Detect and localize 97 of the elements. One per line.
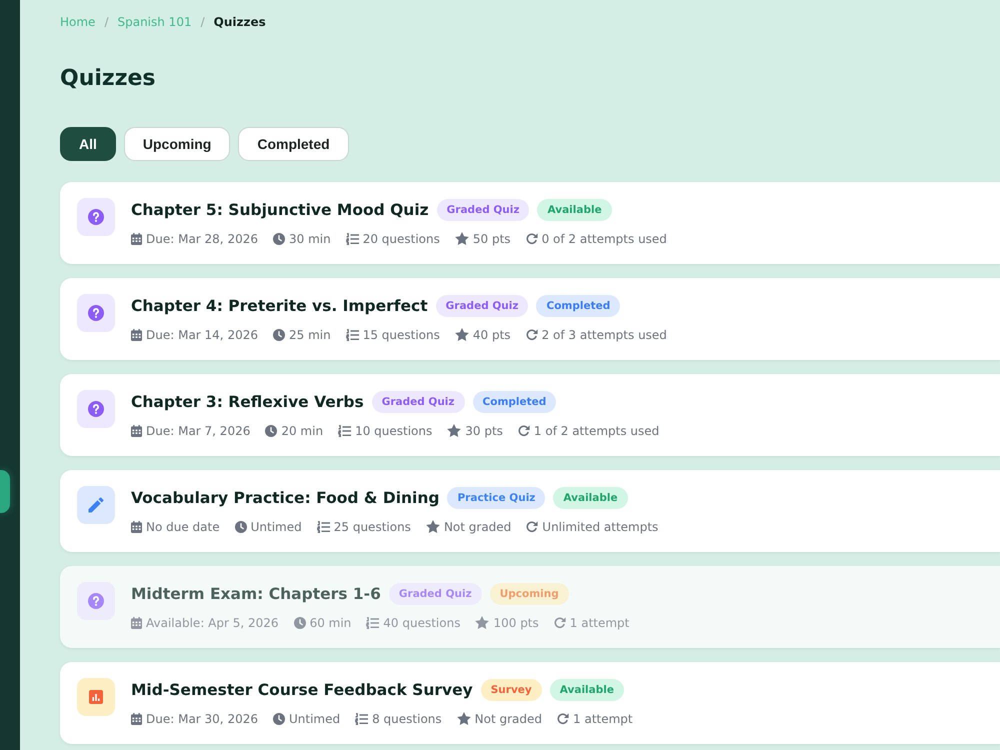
- question-icon: [77, 390, 115, 428]
- quiz-card[interactable]: Chapter 4: Preterite vs. Imperfect Graded Quiz Completed Due: Mar 14, 2026 25 min 15 questions 40 pts 2 of 3 attempts used: [60, 278, 1000, 360]
- list-icon: [338, 424, 352, 436]
- quiz-type-badge: Practice Quiz: [447, 487, 546, 509]
- quiz-title: Chapter 3: Reflexive Verbs: [131, 393, 364, 411]
- calendar-icon: [131, 520, 142, 532]
- page-title: Quizzes: [60, 65, 157, 93]
- redo-icon: [526, 520, 538, 532]
- status-badge: Available: [550, 679, 624, 701]
- list-icon: [355, 712, 368, 724]
- quiz-type-badge: Graded Quiz: [388, 583, 482, 605]
- status-badge: Upcoming: [490, 583, 569, 605]
- due-date: Available: Apr 5, 2026: [146, 616, 279, 630]
- calendar-icon: [131, 232, 142, 244]
- calendar-icon: [131, 616, 142, 628]
- due-date: Due: Mar 14, 2026: [146, 328, 258, 342]
- star-icon: [447, 424, 462, 437]
- filter-tab[interactable]: Upcoming: [124, 127, 230, 161]
- quiz-type-badge: Graded Quiz: [436, 199, 530, 221]
- quiz-type-badge: Graded Quiz: [372, 391, 465, 413]
- attempts: Unlimited attempts: [542, 520, 658, 534]
- status-badge: Available: [553, 487, 628, 509]
- points: 40 pts: [472, 328, 511, 342]
- list-icon: [316, 520, 330, 532]
- due-date: Due: Mar 7, 2026: [146, 424, 250, 438]
- calendar-icon: [131, 424, 142, 436]
- star-icon: [454, 232, 469, 245]
- status-badge: Available: [537, 199, 612, 221]
- duration: 20 min: [281, 424, 324, 438]
- question-count: 8 questions: [372, 712, 442, 726]
- quiz-card[interactable]: Vocabulary Practice: Food & Dining Practice Quiz Available No due date Untimed 25 questions Not graded Unlimited attempts: [60, 470, 1000, 552]
- star-icon: [426, 520, 440, 533]
- pencil-icon: [77, 486, 115, 524]
- question-count: 40 questions: [383, 616, 460, 630]
- quiz-title: Vocabulary Practice: Food & Dining: [131, 489, 440, 507]
- redo-icon: [526, 328, 538, 340]
- sidebar-nav-item[interactable]: [0, 470, 10, 513]
- breadcrumb-separator: /: [200, 15, 205, 29]
- quiz-type-badge: Graded Quiz: [436, 295, 528, 317]
- question-count: 20 questions: [362, 232, 440, 246]
- breadcrumb-separator: /: [104, 15, 108, 29]
- clock-icon: [294, 616, 306, 628]
- question-count: 10 questions: [355, 424, 432, 438]
- question-icon: [77, 582, 115, 620]
- quiz-type-badge: Survey: [480, 679, 542, 701]
- question-count: 15 questions: [362, 328, 440, 342]
- breadcrumb-current: Quizzes: [214, 15, 266, 29]
- attempts: 0 of 2 attempts used: [542, 232, 667, 246]
- due-date: Due: Mar 28, 2026: [146, 232, 258, 246]
- clock-icon: [265, 424, 278, 436]
- duration: 30 min: [288, 232, 331, 246]
- quiz-title: Chapter 4: Preterite vs. Imperfect: [131, 297, 428, 315]
- clock-icon: [272, 712, 285, 724]
- points: 30 pts: [465, 424, 503, 438]
- quiz-card[interactable]: Chapter 3: Reflexive Verbs Graded Quiz Completed Due: Mar 7, 2026 20 min 10 questions 30 pts 1 of 2 attempts used: [60, 374, 1000, 456]
- clock-icon: [272, 232, 285, 244]
- clock-icon: [272, 328, 285, 340]
- star-icon: [475, 616, 490, 629]
- attempts: 1 attempt: [573, 712, 633, 726]
- question-icon: [77, 294, 115, 332]
- points: Not graded: [444, 520, 512, 534]
- duration: 25 min: [288, 328, 331, 342]
- quiz-card[interactable]: Mid-Semester Course Feedback Survey Survey Available Due: Mar 30, 2026 Untimed 8 questions Not graded 1 attempt: [60, 662, 1000, 744]
- status-badge: Completed: [536, 295, 620, 317]
- attempts: 1 attempt: [570, 616, 630, 630]
- list-icon: [366, 616, 380, 628]
- question-icon: [77, 198, 115, 236]
- attempts: 2 of 3 attempts used: [542, 328, 667, 342]
- redo-icon: [554, 616, 566, 628]
- list-icon: [346, 328, 359, 340]
- calendar-icon: [131, 328, 142, 340]
- redo-icon: [526, 232, 538, 244]
- duration: Untimed: [288, 712, 340, 726]
- quiz-title: Mid-Semester Course Feedback Survey: [131, 681, 473, 699]
- attempts: 1 of 2 attempts used: [534, 424, 660, 438]
- duration: 60 min: [310, 616, 352, 630]
- question-count: 25 questions: [334, 520, 411, 534]
- star-icon: [456, 712, 471, 725]
- due-date: Due: Mar 30, 2026: [146, 712, 258, 726]
- quiz-title: Midterm Exam: Chapters 1-6: [131, 585, 381, 603]
- clock-icon: [234, 520, 247, 532]
- duration: Untimed: [250, 520, 302, 534]
- redo-icon: [518, 424, 530, 436]
- list-icon: [346, 232, 359, 244]
- quiz-card[interactable]: Chapter 5: Subjunctive Mood Quiz Graded Quiz Available Due: Mar 28, 2026 30 min 20 questions 50 pts 0 of 2 attempts used: [60, 182, 1000, 264]
- quiz-title: Chapter 5: Subjunctive Mood Quiz: [131, 201, 429, 219]
- redo-icon: [557, 712, 570, 724]
- calendar-icon: [131, 712, 142, 724]
- points: 50 pts: [472, 232, 511, 246]
- bar-chart-icon: [77, 678, 115, 716]
- status-badge: Completed: [472, 391, 556, 413]
- filter-tab[interactable]: All: [60, 127, 116, 161]
- due-date: No due date: [146, 520, 220, 534]
- filter-tab[interactable]: Completed: [238, 127, 349, 161]
- points: 100 pts: [493, 616, 539, 630]
- star-icon: [454, 328, 469, 341]
- points: Not graded: [474, 712, 542, 726]
